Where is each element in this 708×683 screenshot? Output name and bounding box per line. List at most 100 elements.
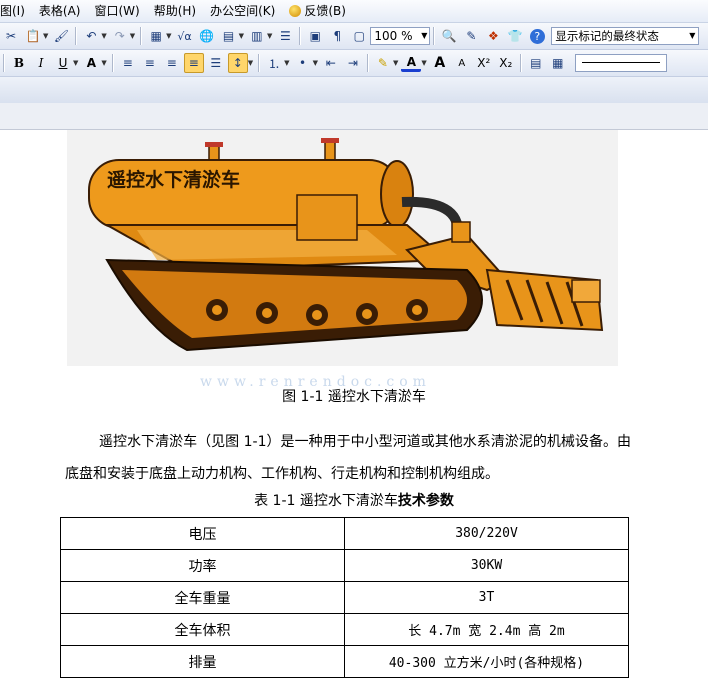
char-border-dropdown-icon[interactable]: ▼ [101,59,106,67]
markup-display-value: 显示标记的最终状态 [555,29,659,43]
menu-window[interactable]: 窗口(W) [87,0,146,22]
bold-button[interactable]: B [9,53,29,73]
formula-icon[interactable]: √α [175,26,195,46]
separator [111,54,114,72]
grid-icon[interactable]: ▤ [219,26,239,46]
show-formatting-icon[interactable]: ¶ [327,26,347,46]
ruler [0,103,708,130]
feedback-icon [289,5,302,17]
zoom-value: 100 % [374,29,413,43]
font-color-icon[interactable]: A [401,54,422,72]
undo-icon[interactable]: ↶ [81,26,101,46]
grid-dropdown-icon[interactable]: ▼ [239,32,244,40]
text-box-icon[interactable]: ▤ [526,53,546,73]
toolbar-area [0,77,708,104]
help-icon[interactable]: ? [527,26,547,46]
parameters-table: 电压 380/220V 功率 30KW 全车重量 3T 全车体积 长 4.7m … [60,517,629,678]
justify-icon[interactable]: ≡ [183,53,204,73]
menu-help[interactable]: 帮助(H) [147,0,203,22]
drawing-icon[interactable]: ☰ [275,26,295,46]
numbering-icon[interactable]: ⒈ [264,53,284,73]
underline-dropdown-icon[interactable]: ▼ [73,59,78,67]
read-mode-icon[interactable]: ▢ [349,26,369,46]
standard-toolbar: ✂ 📋 ▼ 🖌 ↶ ▼ ↷ ▼ ▦ ▼ √α 🌐 ▤ ▼ ▥ ▼ ☰ ▣ ¶ ▢ 100 %… [0,23,708,50]
undo-dropdown-icon[interactable]: ▼ [101,32,106,40]
line-spacing-icon[interactable]: ↕ [227,53,248,73]
highlight-dropdown-icon[interactable]: ▼ [393,59,398,67]
markup-dropdown-icon: ▼ [689,31,696,40]
separator [75,27,78,45]
separator [519,54,522,72]
gift-icon[interactable]: ❖ [483,26,503,46]
separator [140,27,143,45]
research-icon[interactable]: ✎ [461,26,481,46]
paste-icon[interactable]: 📋 [23,26,43,46]
menu-insert[interactable]: 图(I) [0,0,32,22]
param-name: 全车体积 [60,613,345,646]
table-caption-bold: 技术参数 [397,493,454,509]
separator [433,27,436,45]
param-value: 30KW [344,549,629,582]
table-row: 电压 380/220V [60,517,629,550]
numbering-dropdown-icon[interactable]: ▼ [284,59,289,67]
bullets-icon[interactable]: • [293,53,313,73]
param-value: 40-300 立方米/小时(各种规格) [344,645,629,678]
param-name: 电压 [60,517,345,550]
character-scale-icon[interactable]: ▦ [548,53,568,73]
increase-indent-icon[interactable]: ⇥ [343,53,363,73]
zoom-select[interactable]: 100 % ▼ [370,27,431,45]
shrink-font-button[interactable]: A [452,53,472,73]
columns-dropdown-icon[interactable]: ▼ [267,32,272,40]
decrease-indent-icon[interactable]: ⇤ [321,53,341,73]
italic-button[interactable]: I [31,53,51,73]
document-page: 遥控水下清淤车 www.renrendoc.com 图 1-1 遥控水下清淤车 … [0,130,708,683]
distribute-icon[interactable]: ☰ [206,53,226,73]
hyperlink-icon[interactable]: 🌐 [197,26,217,46]
insert-table-icon[interactable]: ▦ [146,26,166,46]
subscript-button[interactable]: X₂ [496,53,516,73]
align-right-icon[interactable]: ≡ [162,53,182,73]
columns-icon[interactable]: ▥ [247,26,267,46]
menu-feedback-label: 反馈(B) [304,4,346,18]
formatting-toolbar: B I U ▼ A ▼ ≡ ≡ ≡ ≡ ☰ ↕ ▼ ⒈ ▼ • ▼ ⇤ ⇥ ✎ ▼ A ▼ A… [0,50,708,77]
markup-display-select[interactable]: 显示标记的最终状态 ▼ [551,27,700,45]
table-row: 功率 30KW [60,549,629,582]
table-caption: 表 1-1 遥控水下清淤车技术参数 [0,490,708,510]
format-painter-icon[interactable]: 🖌 [51,26,71,46]
grow-font-button[interactable]: A [430,53,450,73]
separator [366,54,369,72]
superscript-button[interactable]: X² [474,53,494,73]
char-border-button[interactable]: A [81,53,101,73]
align-left-icon[interactable]: ≡ [118,53,138,73]
param-value: 3T [344,581,629,614]
document-map-icon[interactable]: ▣ [305,26,325,46]
line-spacing-dropdown-icon[interactable]: ▼ [248,59,253,67]
font-color-dropdown-icon[interactable]: ▼ [421,59,426,67]
separator [299,27,302,45]
border-line-style-select[interactable] [574,54,667,72]
table-row: 全车重量 3T [60,581,629,614]
align-center-icon[interactable]: ≡ [140,53,160,73]
redo-dropdown-icon[interactable]: ▼ [130,32,135,40]
find-icon[interactable]: 🔍 [439,26,459,46]
table-dropdown-icon[interactable]: ▼ [166,32,171,40]
paste-dropdown-icon[interactable]: ▼ [43,32,48,40]
separator [3,54,5,72]
dredger-illustration: 遥控水下清淤车 [67,130,618,366]
photo-label: 遥控水下清淤车 [107,168,240,191]
body-paragraph: 遥控水下清淤车（见图 1-1）是一种用于中小型河道或其他水系清淤泥的机械设备。由… [65,434,631,482]
underline-button[interactable]: U [53,53,73,73]
shirt-icon[interactable]: 👕 [505,26,525,46]
highlight-icon[interactable]: ✎ [373,53,393,73]
separator [258,54,261,72]
menu-office-space[interactable]: 办公空间(K) [203,0,282,22]
figure-caption: 图 1-1 遥控水下清淤车 [282,389,426,405]
menu-table[interactable]: 表格(A) [32,0,88,22]
param-value: 长 4.7m 宽 2.4m 高 2m [344,613,629,646]
menu-bar: 图(I) 表格(A) 窗口(W) 帮助(H) 办公空间(K) 反馈(B) [0,0,708,23]
menu-feedback[interactable]: 反馈(B) [282,0,353,22]
table-row: 全车体积 长 4.7m 宽 2.4m 高 2m [60,613,629,646]
redo-icon[interactable]: ↷ [110,26,130,46]
cut-icon[interactable]: ✂ [1,26,21,46]
bullets-dropdown-icon[interactable]: ▼ [313,59,318,67]
